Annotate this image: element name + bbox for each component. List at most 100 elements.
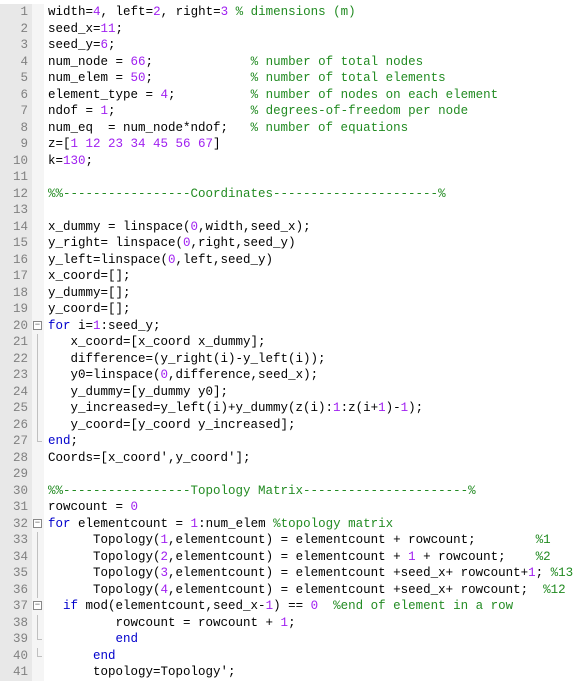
line-number: 17 bbox=[0, 268, 28, 285]
code-line[interactable]: x_coord=[]; bbox=[48, 268, 573, 285]
fold-toggle-icon[interactable]: − bbox=[33, 321, 42, 330]
line-number: 4 bbox=[0, 54, 28, 71]
line-number: 30 bbox=[0, 483, 28, 500]
code-line[interactable]: %%-----------------Topology Matrix------… bbox=[48, 483, 573, 500]
fold-toggle-icon[interactable]: − bbox=[33, 601, 42, 610]
fold-cell bbox=[32, 4, 44, 21]
line-number: 33 bbox=[0, 532, 28, 549]
code-line[interactable]: num_elem = 50; % number of total element… bbox=[48, 70, 573, 87]
code-line[interactable]: y0=linspace(0,difference,seed_x); bbox=[48, 367, 573, 384]
fold-cell bbox=[32, 21, 44, 38]
code-line[interactable]: end; bbox=[48, 433, 573, 450]
fold-cell bbox=[32, 450, 44, 467]
line-number: 19 bbox=[0, 301, 28, 318]
line-number: 10 bbox=[0, 153, 28, 170]
code-line[interactable]: num_eq = num_node*ndof; % number of equa… bbox=[48, 120, 573, 137]
fold-cell: − bbox=[32, 516, 44, 533]
fold-cell bbox=[32, 103, 44, 120]
code-line[interactable]: y_dummy=[y_dummy y0]; bbox=[48, 384, 573, 401]
code-line[interactable]: Topology(3,elementcount) = elementcount … bbox=[48, 565, 573, 582]
code-line[interactable]: %%-----------------Coordinates----------… bbox=[48, 186, 573, 203]
code-line[interactable]: x_coord=[x_coord x_dummy]; bbox=[48, 334, 573, 351]
fold-cell: − bbox=[32, 598, 44, 615]
fold-cell bbox=[32, 153, 44, 170]
line-number: 9 bbox=[0, 136, 28, 153]
line-number: 27 bbox=[0, 433, 28, 450]
code-line[interactable]: element_type = 4; % number of nodes on e… bbox=[48, 87, 573, 104]
fold-cell bbox=[32, 351, 44, 368]
code-line[interactable]: y_right= linspace(0,right,seed_y) bbox=[48, 235, 573, 252]
code-line[interactable]: for i=1:seed_y; bbox=[48, 318, 573, 335]
fold-cell bbox=[32, 202, 44, 219]
code-line[interactable]: y_increased=y_left(i)+y_dummy(z(i):1:z(i… bbox=[48, 400, 573, 417]
code-line[interactable]: Topology(2,elementcount) = elementcount … bbox=[48, 549, 573, 566]
fold-cell bbox=[32, 301, 44, 318]
line-number: 28 bbox=[0, 450, 28, 467]
line-number: 3 bbox=[0, 37, 28, 54]
fold-cell bbox=[32, 631, 44, 648]
code-line[interactable] bbox=[48, 202, 573, 219]
fold-cell bbox=[32, 334, 44, 351]
line-number: 14 bbox=[0, 219, 28, 236]
fold-cell bbox=[32, 169, 44, 186]
code-line[interactable]: width=4, left=2, right=3 % dimensions (m… bbox=[48, 4, 573, 21]
code-line[interactable]: Topology(4,elementcount) = elementcount … bbox=[48, 582, 573, 599]
fold-cell bbox=[32, 466, 44, 483]
line-number: 34 bbox=[0, 549, 28, 566]
line-number: 38 bbox=[0, 615, 28, 632]
line-number: 20 bbox=[0, 318, 28, 335]
fold-column: − − − bbox=[32, 4, 44, 681]
code-line[interactable]: y_coord=[]; bbox=[48, 301, 573, 318]
fold-cell bbox=[32, 367, 44, 384]
code-line[interactable]: Topology(1,elementcount) = elementcount … bbox=[48, 532, 573, 549]
code-line[interactable]: ndof = 1; % degrees-of-freedom per node bbox=[48, 103, 573, 120]
code-line[interactable]: seed_x=11; bbox=[48, 21, 573, 38]
line-number: 37 bbox=[0, 598, 28, 615]
code-line[interactable]: x_dummy = linspace(0,width,seed_x); bbox=[48, 219, 573, 236]
fold-cell bbox=[32, 285, 44, 302]
fold-cell bbox=[32, 120, 44, 137]
code-line[interactable]: difference=(y_right(i)-y_left(i)); bbox=[48, 351, 573, 368]
code-line[interactable]: for elementcount = 1:num_elem %topology … bbox=[48, 516, 573, 533]
code-line[interactable]: if mod(elementcount,seed_x-1) == 0 %end … bbox=[48, 598, 573, 615]
code-line[interactable]: end bbox=[48, 648, 573, 665]
fold-cell bbox=[32, 532, 44, 549]
code-line[interactable]: Coords=[x_coord',y_coord']; bbox=[48, 450, 573, 467]
code-line[interactable] bbox=[48, 466, 573, 483]
fold-cell bbox=[32, 615, 44, 632]
line-number: 2 bbox=[0, 21, 28, 38]
code-line[interactable]: y_left=linspace(0,left,seed_y) bbox=[48, 252, 573, 269]
line-number: 12 bbox=[0, 186, 28, 203]
fold-cell bbox=[32, 483, 44, 500]
code-line[interactable]: z=[1 12 23 34 45 56 67] bbox=[48, 136, 573, 153]
fold-cell bbox=[32, 499, 44, 516]
line-number: 22 bbox=[0, 351, 28, 368]
code-line[interactable]: rowcount = rowcount + 1; bbox=[48, 615, 573, 632]
code-line[interactable]: rowcount = 0 bbox=[48, 499, 573, 516]
code-area[interactable]: width=4, left=2, right=3 % dimensions (m… bbox=[44, 4, 573, 681]
line-number: 1 bbox=[0, 4, 28, 21]
code-line[interactable]: y_coord=[y_coord y_increased]; bbox=[48, 417, 573, 434]
line-number-gutter: 1234567891011121314151617181920212223242… bbox=[0, 4, 32, 681]
code-line[interactable] bbox=[48, 169, 573, 186]
line-number: 36 bbox=[0, 582, 28, 599]
line-number: 6 bbox=[0, 87, 28, 104]
code-line[interactable]: num_node = 66; % number of total nodes bbox=[48, 54, 573, 71]
line-number: 18 bbox=[0, 285, 28, 302]
code-line[interactable]: seed_y=6; bbox=[48, 37, 573, 54]
line-number: 39 bbox=[0, 631, 28, 648]
code-editor: 1234567891011121314151617181920212223242… bbox=[0, 0, 575, 681]
line-number: 40 bbox=[0, 648, 28, 665]
fold-cell bbox=[32, 235, 44, 252]
line-number: 32 bbox=[0, 516, 28, 533]
line-number: 15 bbox=[0, 235, 28, 252]
code-line[interactable]: topology=Topology'; bbox=[48, 664, 573, 681]
fold-cell bbox=[32, 417, 44, 434]
line-number: 7 bbox=[0, 103, 28, 120]
fold-toggle-icon[interactable]: − bbox=[33, 519, 42, 528]
line-number: 35 bbox=[0, 565, 28, 582]
fold-cell bbox=[32, 54, 44, 71]
code-line[interactable]: y_dummy=[]; bbox=[48, 285, 573, 302]
code-line[interactable]: k=130; bbox=[48, 153, 573, 170]
code-line[interactable]: end bbox=[48, 631, 573, 648]
